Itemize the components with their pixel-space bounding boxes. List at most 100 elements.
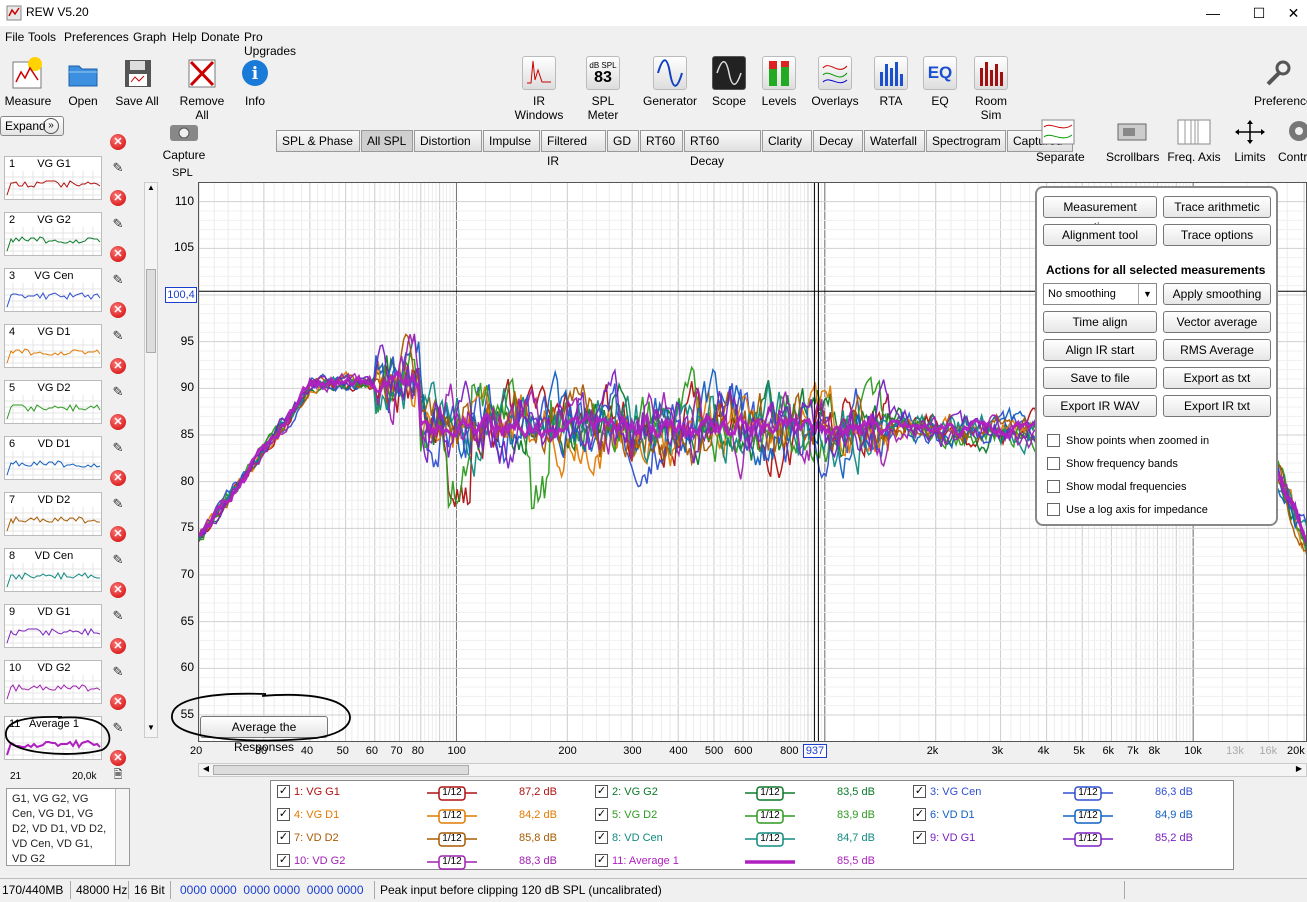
menu-graph[interactable]: Graph bbox=[133, 30, 166, 44]
measurement-card[interactable]: 7 VD D2 bbox=[4, 492, 102, 536]
align-ir-start-button[interactable]: Align IR start bbox=[1043, 339, 1157, 361]
tab-all-spl[interactable]: All SPL bbox=[361, 130, 413, 152]
scroll-left-arrow[interactable]: ◀ bbox=[199, 764, 213, 776]
overlays-button[interactable]: Overlays bbox=[810, 56, 860, 108]
capture-button[interactable]: Capture bbox=[162, 120, 206, 162]
minimize-button[interactable]: — bbox=[1190, 0, 1236, 26]
legend-checkbox[interactable]: ✓ bbox=[595, 854, 608, 867]
menu-tools[interactable]: Tools bbox=[28, 30, 56, 44]
export-ir-wav-button[interactable]: Export IR WAV bbox=[1043, 395, 1157, 417]
menu-preferences[interactable]: Preferences bbox=[64, 30, 129, 44]
remove-measurement-icon[interactable]: ✕ bbox=[110, 358, 126, 374]
ir-windows-button[interactable]: IR Windows bbox=[508, 56, 570, 122]
tab-rt60-decay[interactable]: RT60 Decay bbox=[684, 130, 761, 168]
legend-smoothing-swatch[interactable]: 1/12 bbox=[427, 855, 477, 870]
tab-spl-phase[interactable]: SPL & Phase bbox=[276, 130, 360, 152]
maximize-button[interactable]: ☐ bbox=[1236, 0, 1282, 26]
remove-measurement-icon[interactable]: ✕ bbox=[110, 526, 126, 542]
legend-checkbox[interactable]: ✓ bbox=[595, 785, 608, 798]
freq-axis-button[interactable]: Freq. Axis bbox=[1166, 118, 1222, 164]
time-align-button[interactable]: Time align bbox=[1043, 311, 1157, 333]
edit-measurement-icon[interactable]: ✎ bbox=[110, 552, 126, 568]
tab-filtered-ir[interactable]: Filtered IR bbox=[541, 130, 606, 168]
measurement-card[interactable]: 4 VG D1 bbox=[4, 324, 102, 368]
measurement-names-box[interactable]: G1, VG G2, VG Cen, VG D1, VG D2, VD D1, … bbox=[6, 788, 130, 866]
legend-checkbox[interactable]: ✓ bbox=[913, 831, 926, 844]
measurement-card[interactable]: 10 VD G2 bbox=[4, 660, 102, 704]
eq-button[interactable]: EQ EQ bbox=[922, 56, 958, 108]
measurement-card[interactable]: 2 VG G2 bbox=[4, 212, 102, 256]
open-button[interactable]: Open bbox=[62, 56, 104, 108]
scroll-right-arrow[interactable]: ▶ bbox=[1292, 764, 1306, 776]
controls-button[interactable]: Contro bbox=[1278, 118, 1307, 164]
edit-measurement-icon[interactable]: ✎ bbox=[110, 440, 126, 456]
remove-measurement-icon[interactable]: ✕ bbox=[110, 638, 126, 654]
legend-checkbox[interactable]: ✓ bbox=[277, 808, 290, 821]
legend-checkbox[interactable]: ✓ bbox=[277, 831, 290, 844]
edit-measurement-icon[interactable]: ✎ bbox=[110, 328, 126, 344]
tab-waterfall[interactable]: Waterfall bbox=[864, 130, 925, 152]
legend-smoothing-swatch[interactable]: 1/12 bbox=[745, 786, 795, 801]
room-sim-button[interactable]: Room Sim bbox=[964, 56, 1018, 122]
remove-measurement-icon[interactable]: ✕ bbox=[110, 470, 126, 486]
tab-gd[interactable]: GD bbox=[607, 130, 639, 152]
graph-vertical-scrollbar[interactable]: ▲ ▼ bbox=[144, 182, 158, 738]
spl-meter-button[interactable]: dB SPL 83 SPL Meter bbox=[576, 56, 630, 122]
show-points-checkbox[interactable] bbox=[1047, 434, 1060, 447]
measurement-card[interactable]: 8 VD Cen bbox=[4, 548, 102, 592]
tab-spectrogram[interactable]: Spectrogram bbox=[926, 130, 1006, 152]
edit-measurement-icon[interactable]: ✎ bbox=[110, 608, 126, 624]
preferences-button[interactable]: Preferences bbox=[1252, 56, 1307, 108]
remove-measurement-icon[interactable]: ✕ bbox=[110, 134, 126, 150]
legend-checkbox[interactable]: ✓ bbox=[277, 785, 290, 798]
legend-smoothing-swatch[interactable] bbox=[745, 855, 795, 870]
menu-file[interactable]: File bbox=[5, 30, 24, 44]
measurement-card[interactable]: 5 VG D2 bbox=[4, 380, 102, 424]
measurement-card[interactable]: 6 VD D1 bbox=[4, 436, 102, 480]
edit-measurement-icon[interactable]: ✎ bbox=[110, 216, 126, 232]
menu-pro-upgrades[interactable]: Pro Upgrades bbox=[244, 30, 296, 58]
tab-impulse[interactable]: Impulse bbox=[483, 130, 540, 152]
remove-measurement-icon[interactable]: ✕ bbox=[110, 302, 126, 318]
measure-button[interactable]: Measure bbox=[4, 56, 52, 108]
edit-measurement-icon[interactable]: ✎ bbox=[110, 496, 126, 512]
legend-checkbox[interactable]: ✓ bbox=[913, 808, 926, 821]
log-axis-impedance-checkbox[interactable] bbox=[1047, 503, 1060, 516]
measurement-card[interactable]: 3 VG Cen bbox=[4, 268, 102, 312]
measurement-card[interactable]: 9 VD G1 bbox=[4, 604, 102, 648]
rta-button[interactable]: RTA bbox=[874, 56, 908, 108]
remove-all-button[interactable]: Remove All bbox=[172, 56, 232, 122]
legend-checkbox[interactable]: ✓ bbox=[277, 854, 290, 867]
save-to-file-button[interactable]: Save to file bbox=[1043, 367, 1157, 389]
vector-average-button[interactable]: Vector average bbox=[1163, 311, 1271, 333]
legend-smoothing-swatch[interactable]: 1/12 bbox=[427, 832, 477, 847]
show-modal-frequencies-checkbox[interactable] bbox=[1047, 480, 1060, 493]
measurement-card[interactable]: 1 VG G1 bbox=[4, 156, 102, 200]
graph-horizontal-scrollbar[interactable]: ◀ ▶ bbox=[198, 763, 1307, 777]
save-all-button[interactable]: Save All bbox=[114, 56, 160, 108]
tab-rt60[interactable]: RT60 bbox=[640, 130, 683, 152]
names-scrollbar[interactable] bbox=[115, 789, 129, 865]
legend-checkbox[interactable]: ✓ bbox=[595, 831, 608, 844]
show-frequency-bands-checkbox[interactable] bbox=[1047, 457, 1060, 470]
scroll-down-arrow[interactable]: ▼ bbox=[145, 723, 157, 737]
legend-checkbox[interactable]: ✓ bbox=[913, 785, 926, 798]
close-button[interactable]: ✕ bbox=[1280, 0, 1307, 26]
edit-measurement-icon[interactable]: ✎ bbox=[110, 272, 126, 288]
tab-distortion[interactable]: Distortion bbox=[414, 130, 482, 152]
remove-measurement-icon[interactable]: ✕ bbox=[110, 694, 126, 710]
generator-button[interactable]: Generator bbox=[642, 56, 698, 108]
scrollbars-button[interactable]: Scrollbars bbox=[1106, 118, 1159, 164]
limits-button[interactable]: Limits bbox=[1230, 118, 1270, 164]
export-as-txt-button[interactable]: Export as txt bbox=[1163, 367, 1271, 389]
edit-measurement-icon[interactable]: ✎ bbox=[110, 384, 126, 400]
apply-smoothing-button[interactable]: Apply smoothing bbox=[1163, 283, 1271, 305]
tab-decay[interactable]: Decay bbox=[813, 130, 863, 152]
trace-arithmetic-button[interactable]: Trace arithmetic bbox=[1163, 196, 1271, 218]
info-button[interactable]: i Info bbox=[238, 56, 272, 108]
trace-options-button[interactable]: Trace options bbox=[1163, 224, 1271, 246]
remove-measurement-icon[interactable]: ✕ bbox=[110, 414, 126, 430]
legend-smoothing-swatch[interactable]: 1/12 bbox=[427, 786, 477, 801]
scope-button[interactable]: Scope bbox=[710, 56, 748, 108]
menu-donate[interactable]: Donate bbox=[201, 30, 240, 44]
